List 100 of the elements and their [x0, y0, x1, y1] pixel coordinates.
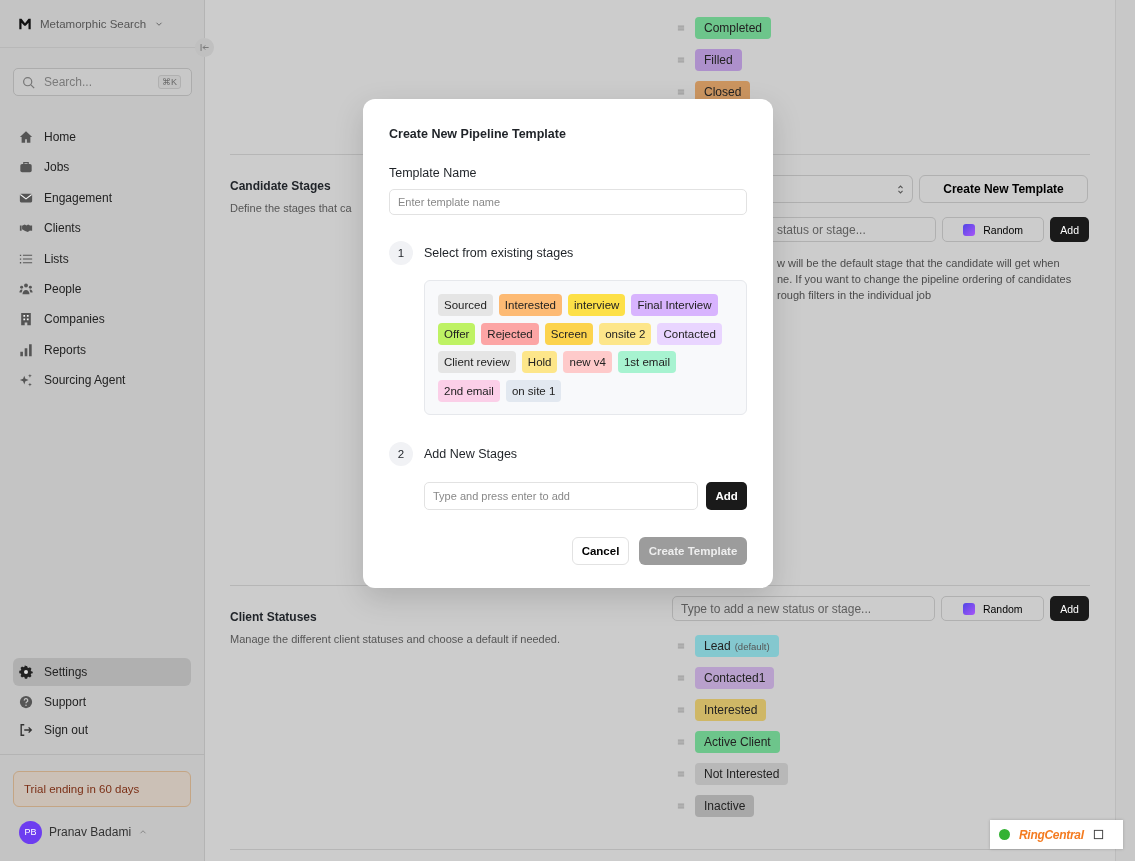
stage-tag[interactable]: Interested: [498, 294, 562, 316]
home-icon: [19, 130, 33, 144]
stage-tag[interactable]: 2nd email: [438, 379, 500, 402]
status-tag[interactable]: Interested: [695, 699, 767, 721]
stage-tag[interactable]: Screen: [544, 322, 594, 345]
sidebar-item[interactable]: Lists: [13, 246, 191, 271]
briefcase-icon: [19, 160, 33, 175]
help-icon: [19, 695, 33, 709]
stage-tag[interactable]: 1st email: [617, 351, 676, 373]
sidebar-item[interactable]: Companies: [13, 307, 191, 332]
workspace-name[interactable]: Metamorphic Search: [40, 17, 147, 30]
status-tag[interactable]: Contacted1: [695, 667, 775, 689]
drag-handle-icon[interactable]: [676, 737, 686, 747]
sidebar-item-label: Sign out: [44, 723, 89, 737]
square-icon: [1092, 829, 1104, 840]
stage-tag[interactable]: new v4: [563, 351, 612, 373]
stage-tag[interactable]: Sourced: [438, 294, 493, 316]
stage-tag[interactable]: Contacted: [657, 322, 722, 345]
status-tag[interactable]: Inactive: [695, 795, 755, 817]
sidebar-item[interactable]: Reports: [13, 337, 191, 362]
step-title: Add New Stages: [424, 447, 518, 461]
step-number: 2: [389, 442, 413, 466]
default-label: (default): [734, 640, 770, 652]
status-tag[interactable]: Active Client: [695, 731, 780, 753]
building-icon: [19, 312, 33, 327]
status-tag[interactable]: Completed: [695, 17, 772, 39]
sidebar-item-label: Settings: [44, 665, 88, 679]
add-button[interactable]: Add: [706, 482, 747, 510]
status-input[interactable]: Type to add a new status or stage...: [672, 596, 936, 621]
sidebar-item[interactable]: Sourcing Agent: [13, 368, 191, 393]
stage-tag[interactable]: Offer: [438, 322, 476, 345]
user-name[interactable]: Pranav Badami: [49, 825, 132, 839]
drag-handle-icon[interactable]: [676, 87, 686, 97]
settings-icon: [19, 665, 33, 679]
cancel-button[interactable]: Cancel: [572, 537, 629, 565]
sidebar-item-label: Clients: [44, 221, 81, 236]
stage-tag[interactable]: onsite 2: [599, 322, 652, 345]
user-avatar[interactable]: PB: [19, 820, 42, 844]
stage-tag[interactable]: on site 1: [505, 379, 562, 402]
stage-tag[interactable]: Hold: [521, 351, 558, 373]
template-name-field[interactable]: Enter template name: [389, 189, 747, 215]
collapse-icon: [199, 42, 210, 53]
drag-handle-icon[interactable]: [676, 769, 686, 779]
drag-handle-icon[interactable]: [676, 641, 686, 651]
stage-tag[interactable]: interview: [568, 294, 626, 316]
step-number: 1: [389, 241, 413, 265]
help-text-line: ne. If you want to change the pipeline ordering of candidates: [777, 273, 1073, 286]
trial-banner[interactable]: Trial ending in 60 days: [13, 771, 191, 807]
drag-handle-icon[interactable]: [676, 705, 686, 715]
status-tag[interactable]: Lead (default): [695, 635, 779, 657]
stage-tag[interactable]: Rejected: [481, 322, 539, 345]
add-button[interactable]: Add: [1050, 596, 1089, 621]
template-select[interactable]: [773, 175, 913, 203]
sidebar-item-label: Support: [44, 695, 87, 709]
status-input[interactable]: status or stage...: [773, 217, 936, 242]
color-swatch-icon: [963, 223, 976, 236]
sidebar-item-label: Jobs: [44, 160, 70, 175]
create-template-button[interactable]: Create New Template: [919, 175, 1088, 203]
drag-handle-icon[interactable]: [676, 23, 686, 33]
help-text-line: w will be the default stage that the candidate will get when: [777, 257, 1061, 270]
drag-handle-icon[interactable]: [676, 801, 686, 811]
sidebar-item-label: People: [44, 281, 82, 296]
sidebar-item[interactable]: Jobs: [13, 155, 191, 180]
search-icon: [22, 76, 35, 89]
sidebar-item[interactable]: Clients: [13, 216, 191, 241]
help-text-line: rough filters in the individual job: [777, 289, 933, 302]
sidebar-item-label: Companies: [44, 312, 105, 327]
bar-chart-icon: [19, 342, 33, 357]
section-title: Candidate Stages: [230, 179, 332, 193]
sparkles-icon: [19, 373, 33, 388]
sidebar-item[interactable]: Engagement: [13, 185, 191, 210]
sidebar-item-label: Engagement: [44, 190, 113, 205]
brand-logo: RingCentral: [1019, 827, 1084, 842]
random-color-button[interactable]: Random: [942, 217, 1045, 242]
step-title: Select from existing stages: [424, 246, 574, 260]
sign-out-icon: [19, 723, 33, 737]
sidebar-item-label: Sourcing Agent: [44, 373, 126, 388]
new-stage-field[interactable]: Type and press enter to add: [424, 482, 699, 510]
color-swatch-icon: [962, 602, 975, 615]
logo-icon: [18, 16, 32, 31]
status-tag[interactable]: Not Interested: [695, 763, 789, 785]
add-button[interactable]: Add: [1050, 217, 1089, 242]
people-icon: [19, 281, 33, 296]
sidebar-item[interactable]: Home: [13, 125, 191, 149]
stage-tag[interactable]: Final Interview: [631, 294, 718, 316]
sidebar-item[interactable]: Sign out: [13, 718, 191, 742]
random-color-button[interactable]: Random: [941, 596, 1045, 621]
status-tag[interactable]: Filled: [695, 49, 742, 71]
stage-tag[interactable]: Client review: [438, 351, 516, 373]
sidebar-item-label: Home: [44, 130, 76, 144]
drag-handle-icon[interactable]: [676, 673, 686, 683]
section-description: Define the stages that ca: [230, 202, 352, 214]
dialog-title: Create New Pipeline Template: [389, 127, 567, 141]
keyboard-shortcut: ⌘K: [158, 75, 181, 89]
sidebar-item[interactable]: People: [13, 276, 191, 301]
sidebar-item[interactable]: Settings: [13, 658, 191, 686]
section-description: Manage the different client statuses and choose a default if needed.: [230, 633, 561, 645]
drag-handle-icon[interactable]: [676, 55, 686, 65]
section-title: Client Statuses: [230, 610, 318, 624]
sidebar-item[interactable]: Support: [13, 690, 191, 714]
